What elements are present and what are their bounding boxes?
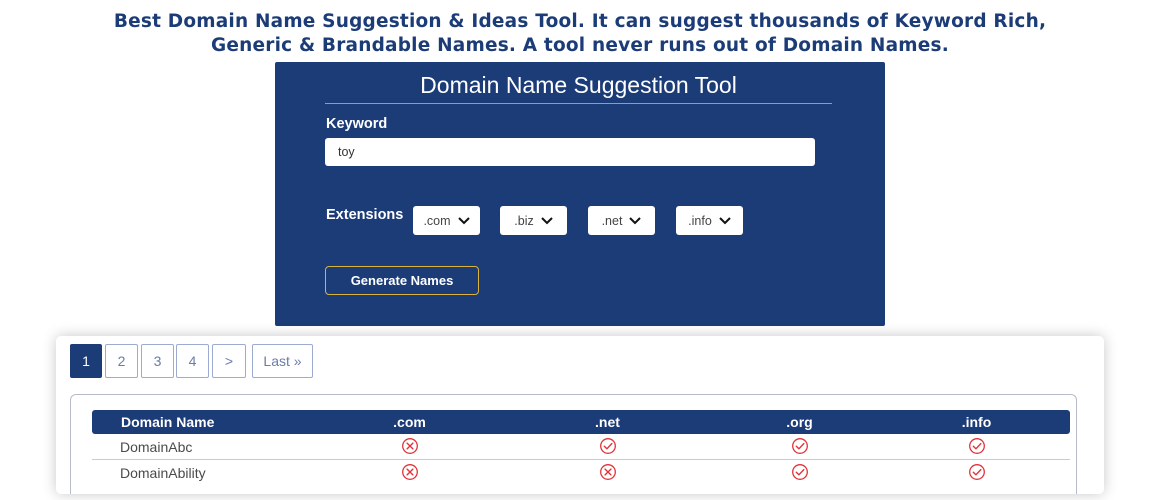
status-cell-com [320, 460, 499, 486]
results-table-frame: Domain Name .com .net .org .info DomainA… [70, 394, 1077, 494]
last-page-button[interactable]: Last » [252, 344, 313, 378]
extension-select-net[interactable]: .net [588, 206, 655, 235]
chevron-down-icon [719, 216, 731, 224]
check-circle-icon [791, 464, 808, 481]
intro-line-2: Generic & Brandable Names. A tool never … [211, 35, 949, 56]
extension-select-value: .net [601, 213, 623, 228]
results-table: Domain Name .com .net .org .info DomainA… [92, 410, 1070, 485]
header-org: .org [716, 410, 883, 434]
x-circle-icon [401, 438, 418, 455]
table-header-row: Domain Name .com .net .org .info [92, 410, 1070, 434]
table-row: DomainAbc [92, 434, 1070, 460]
extension-select-value: .biz [514, 213, 534, 228]
status-cell-org [716, 434, 883, 460]
chevron-down-icon [457, 216, 470, 224]
table-row: DomainAbility [92, 460, 1070, 486]
page-button-4[interactable]: 4 [176, 344, 209, 378]
status-cell-net [499, 434, 716, 460]
title-divider [325, 103, 832, 104]
check-circle-icon [791, 438, 808, 455]
extension-select-biz[interactable]: .biz [500, 206, 567, 235]
extension-select-value: .info [688, 213, 712, 228]
status-cell-net [499, 460, 716, 486]
results-body: DomainAbc DomainAbility [92, 434, 1070, 485]
status-cell-com [320, 434, 499, 460]
domain-name-cell: DomainAbc [92, 434, 320, 460]
intro-text: Best Domain Name Suggestion & Ideas Tool… [0, 10, 1160, 58]
generate-names-button[interactable]: Generate Names [325, 266, 479, 295]
domain-tool-panel: Domain Name Suggestion Tool Keyword Exte… [275, 62, 885, 326]
status-cell-info [883, 460, 1070, 486]
page-button-2[interactable]: 2 [105, 344, 138, 378]
page-button-1[interactable]: 1 [70, 344, 102, 378]
header-net: .net [499, 410, 716, 434]
extension-select-value: .com [423, 213, 451, 228]
extension-select-com[interactable]: .com [413, 206, 480, 235]
keyword-label: Keyword [326, 116, 388, 132]
results-card: 1 2 3 4 > Last » Domain Name .com .net .… [56, 336, 1104, 494]
intro-line-1: Best Domain Name Suggestion & Ideas Tool… [113, 11, 1047, 32]
extensions-label: Extensions [326, 207, 404, 223]
check-circle-icon [599, 438, 616, 455]
page-button-3[interactable]: 3 [141, 344, 174, 378]
x-circle-icon [599, 464, 616, 481]
header-com: .com [320, 410, 499, 434]
domain-name-cell: DomainAbility [120, 464, 206, 481]
header-info: .info [883, 410, 1070, 434]
chevron-down-icon [541, 216, 553, 224]
header-domain-name: Domain Name [92, 410, 320, 434]
extension-select-info[interactable]: .info [676, 206, 743, 235]
chevron-down-icon [629, 216, 642, 224]
check-circle-icon [968, 464, 985, 481]
next-page-button[interactable]: > [212, 344, 246, 378]
status-cell-org [716, 460, 883, 486]
x-circle-icon [401, 464, 418, 481]
check-circle-icon [968, 438, 985, 455]
tool-title: Domain Name Suggestion Tool [420, 72, 737, 98]
status-cell-info [883, 434, 1070, 460]
keyword-input[interactable] [325, 138, 815, 166]
